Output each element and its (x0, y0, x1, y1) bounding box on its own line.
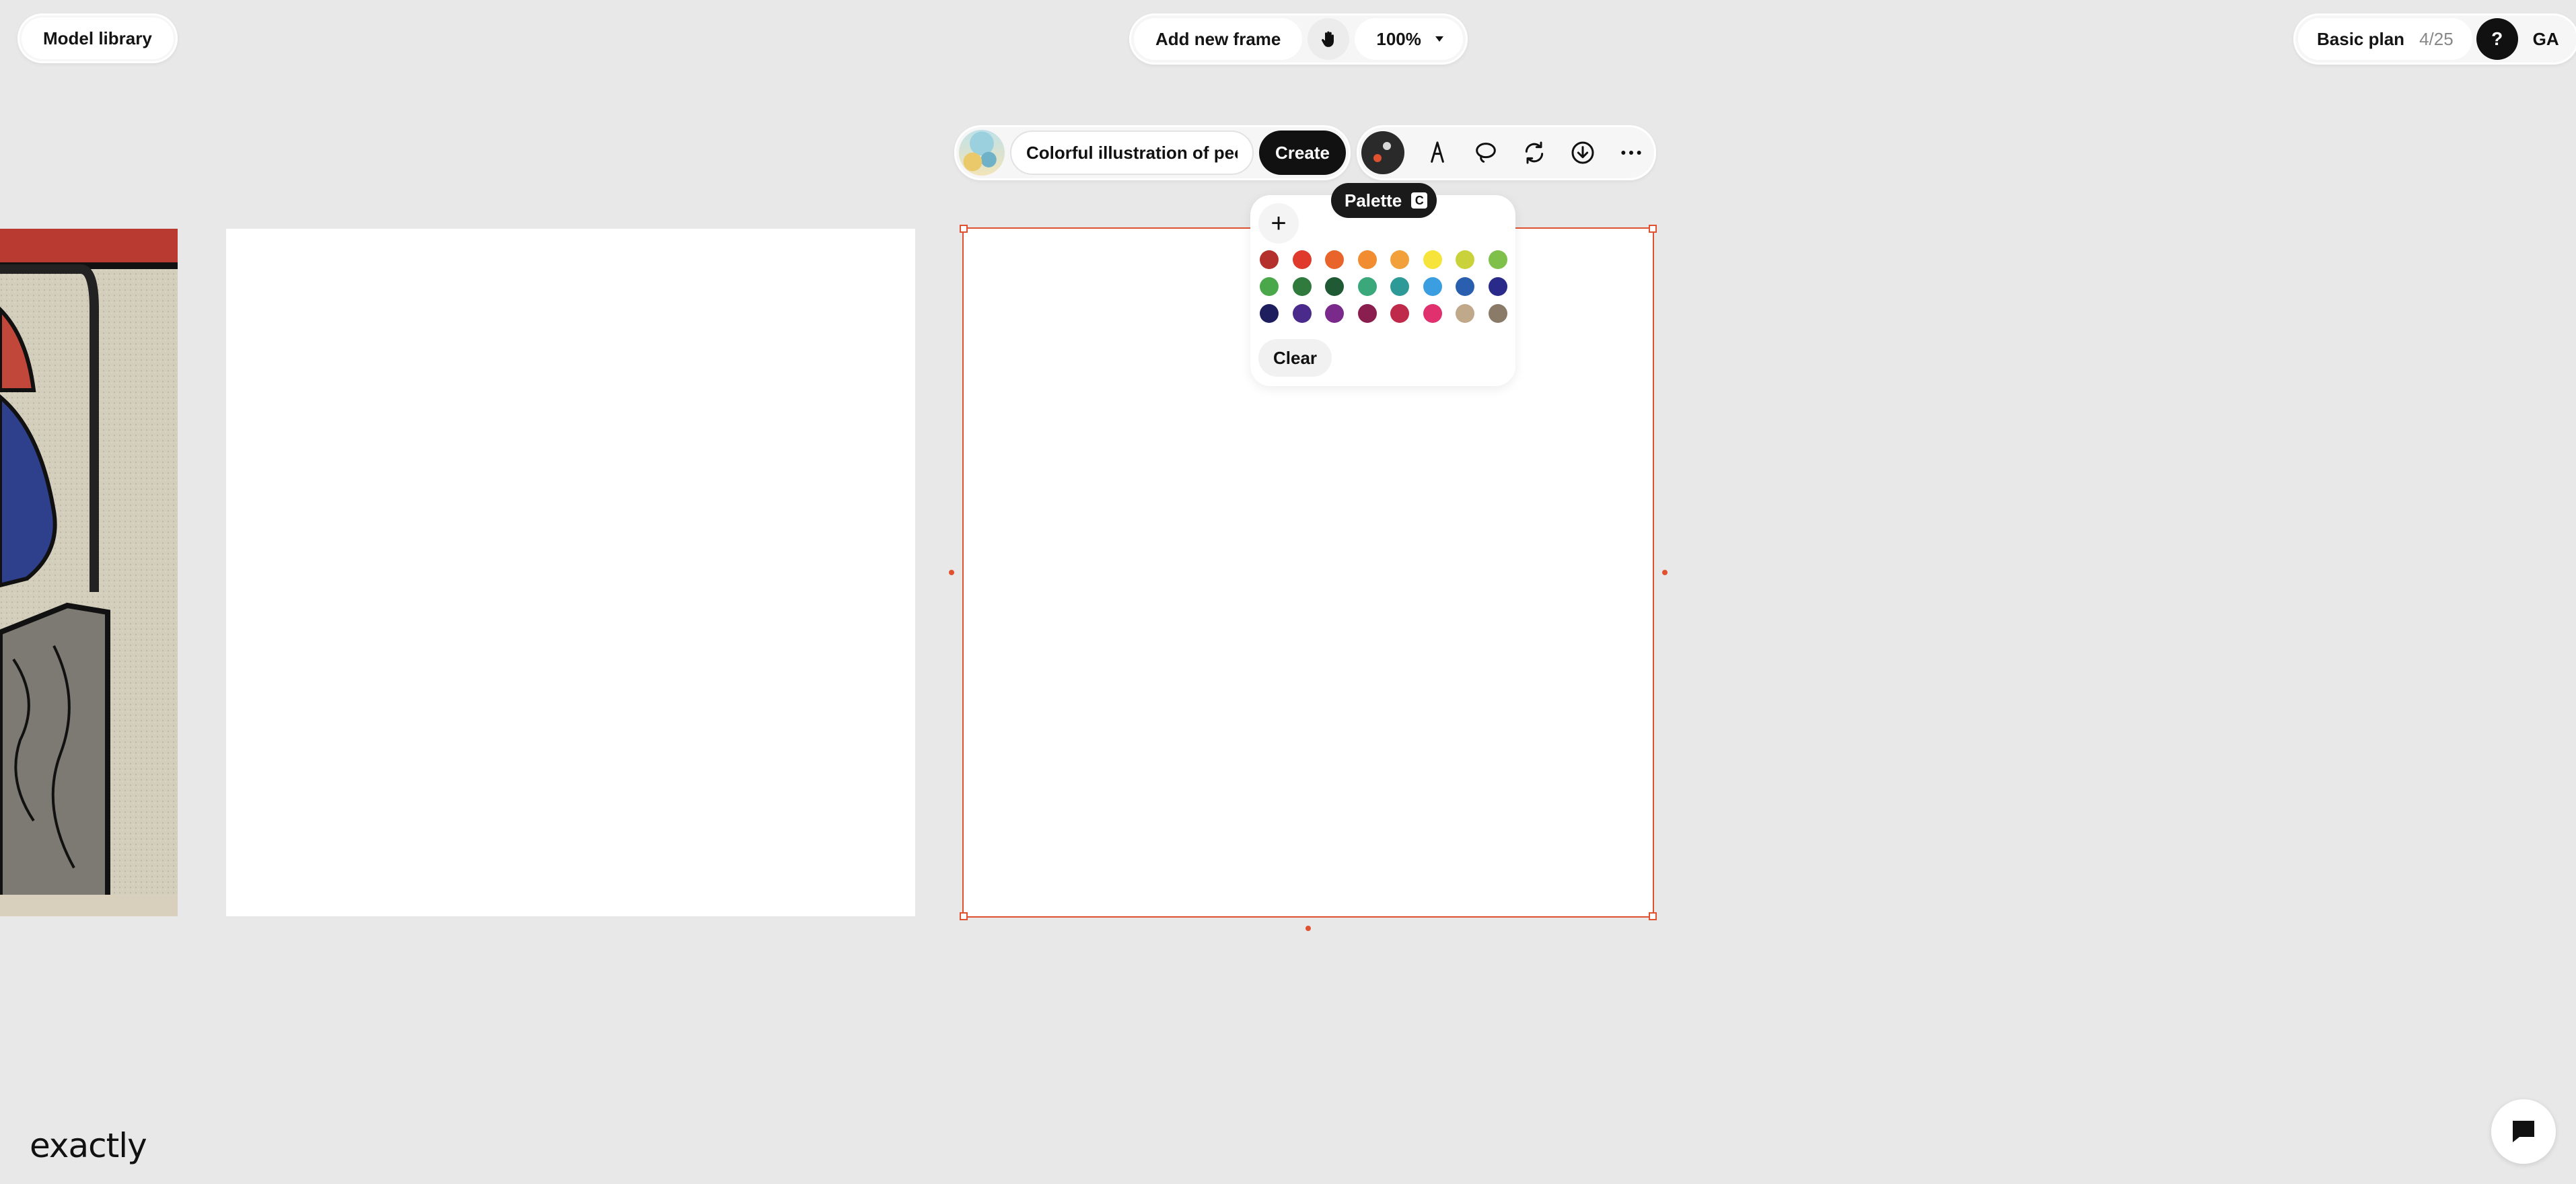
download-button[interactable] (1567, 137, 1598, 168)
color-swatch[interactable] (1456, 250, 1474, 269)
color-swatch[interactable] (1456, 277, 1474, 296)
prompt-input[interactable] (1010, 131, 1254, 175)
more-icon (1621, 151, 1641, 155)
color-swatch[interactable] (1488, 250, 1507, 269)
palette-button[interactable] (1361, 131, 1404, 174)
color-swatch[interactable] (1325, 277, 1344, 296)
chat-button[interactable] (2491, 1099, 2556, 1164)
palette-tooltip: Palette C (1331, 183, 1437, 218)
more-options-button[interactable] (1616, 137, 1647, 168)
palette-dot-icon (1373, 154, 1382, 162)
color-swatch[interactable] (1260, 277, 1279, 296)
model-library-group: Model library (17, 13, 178, 63)
color-swatch[interactable] (1260, 304, 1279, 323)
color-swatch[interactable] (1423, 304, 1442, 323)
edge-handle-right[interactable] (1662, 570, 1668, 575)
palette-dot-icon (1383, 142, 1391, 150)
color-swatch[interactable] (1357, 304, 1377, 323)
color-swatch[interactable] (1488, 277, 1507, 296)
shortcut-key: C (1411, 192, 1428, 209)
artwork-image (0, 229, 178, 916)
color-swatch[interactable] (1292, 250, 1312, 269)
download-icon (1571, 141, 1594, 164)
create-button[interactable]: Create (1259, 131, 1346, 175)
color-swatch[interactable] (1292, 304, 1312, 323)
edge-handle-bottom[interactable] (1305, 926, 1311, 931)
hand-tool-button[interactable] (1308, 18, 1350, 60)
help-button[interactable]: ? (2476, 18, 2518, 60)
color-swatch[interactable] (1325, 304, 1344, 323)
clear-palette-button[interactable]: Clear (1258, 339, 1332, 377)
model-library-button[interactable]: Model library (22, 17, 174, 59)
zoom-dropdown[interactable]: 100% (1355, 18, 1463, 60)
color-swatch[interactable] (1390, 277, 1409, 296)
color-swatch[interactable] (1292, 277, 1312, 296)
color-swatch[interactable] (1456, 304, 1474, 323)
add-color-button[interactable]: + (1258, 203, 1299, 244)
frame-artwork[interactable] (0, 229, 178, 916)
hand-icon (1322, 31, 1334, 47)
color-swatch[interactable] (1357, 277, 1377, 296)
tooltip-label: Palette (1345, 190, 1402, 211)
caret-down-icon (1435, 36, 1443, 42)
chat-icon (2513, 1121, 2534, 1142)
resize-handle-top-right[interactable] (1649, 225, 1657, 233)
avatar[interactable]: GA (2522, 18, 2574, 60)
color-swatch[interactable] (1390, 304, 1409, 323)
color-swatch[interactable] (1423, 250, 1442, 269)
plan-label: Basic plan (2317, 28, 2405, 49)
credits-count: 4/25 (2419, 28, 2454, 49)
regenerate-button[interactable] (1519, 137, 1550, 168)
lasso-icon (1476, 143, 1496, 163)
pen-icon (1431, 141, 1444, 163)
color-swatch[interactable] (1390, 250, 1409, 269)
edge-handle-left[interactable] (949, 570, 954, 575)
reference-thumbnail[interactable] (959, 130, 1005, 176)
lasso-tool-button[interactable] (1470, 137, 1501, 168)
color-swatch[interactable] (1260, 250, 1279, 269)
color-swatch[interactable] (1357, 250, 1377, 269)
color-swatch[interactable] (1423, 277, 1442, 296)
color-swatches (1260, 250, 1507, 323)
brand-logo: exactly (30, 1126, 147, 1165)
refresh-icon (1525, 141, 1544, 164)
pen-tool-button[interactable] (1422, 137, 1453, 168)
frame-tools (1357, 125, 1656, 180)
resize-handle-top-left[interactable] (960, 225, 968, 233)
add-new-frame-button[interactable]: Add new frame (1134, 18, 1303, 60)
color-swatch[interactable] (1488, 304, 1507, 323)
color-swatch[interactable] (1325, 250, 1344, 269)
zoom-value: 100% (1376, 28, 1421, 49)
resize-handle-bottom-left[interactable] (960, 912, 968, 920)
frame-controls: Add new frame 100% (1129, 13, 1468, 65)
palette-popup: + Clear (1250, 195, 1515, 386)
prompt-toolbar: Create (954, 125, 1351, 180)
plan-button[interactable]: Basic plan 4/25 (2298, 18, 2472, 60)
account-controls: Basic plan 4/25 ? GA (2293, 13, 2576, 65)
resize-handle-bottom-right[interactable] (1649, 912, 1657, 920)
frame-blank[interactable] (226, 229, 915, 916)
